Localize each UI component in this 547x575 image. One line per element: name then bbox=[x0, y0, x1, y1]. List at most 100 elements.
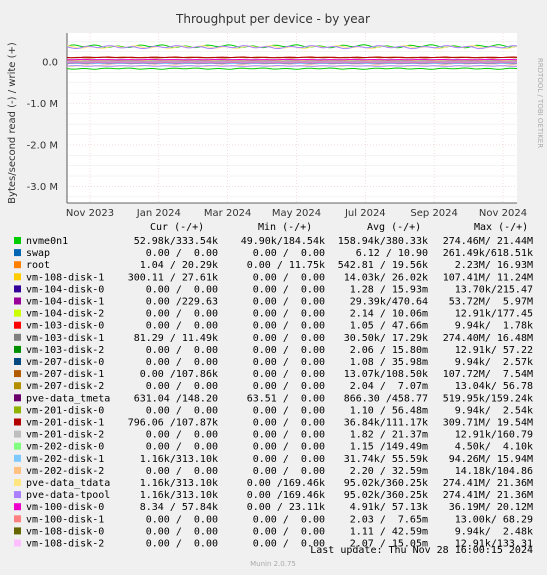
legend-row: vm-100-disk-0 8.34 / 57.84k 0.00 / 23.11k 4… bbox=[14, 502, 533, 513]
legend-row: vm-207-disk-0 0.00 / 0.00 0.00 / 0.00 1.08 … bbox=[14, 357, 533, 368]
legend-header-min: Min (-/+) bbox=[258, 222, 312, 233]
legend-row: vm-207-disk-2 0.00 / 0.00 0.00 / 0.00 2.04 … bbox=[14, 381, 533, 392]
legend-min: 0.00 / 0.00 bbox=[253, 526, 325, 537]
legend-name: vm-108-disk-1 bbox=[26, 272, 104, 283]
legend-avg: 542.81 / 19.56k bbox=[338, 260, 428, 271]
y-ticks: 0.0 -1.0 M -2.0 M -3.0 M bbox=[27, 58, 58, 193]
legend-swatch bbox=[14, 527, 21, 535]
legend-swatch bbox=[14, 418, 21, 426]
legend-max: 519.95k/159.24k bbox=[443, 393, 533, 404]
legend-min: 0.00 / 0.00 bbox=[253, 454, 325, 465]
legend-max: 53.72M/ 5.97M bbox=[449, 297, 533, 308]
y-axis-label: Bytes/second read (-) / write (+) bbox=[7, 42, 18, 204]
legend-cur: 0.00 / 0.00 bbox=[146, 345, 218, 356]
legend-min: 0.00 / 0.00 bbox=[253, 357, 325, 368]
legend-cur: 0.00 / 0.00 bbox=[146, 466, 218, 477]
legend-min: 0.00 /169.46k bbox=[247, 490, 325, 501]
legend-max: 261.49k/618.51k bbox=[443, 248, 533, 259]
legend-min: 0.00 / 0.00 bbox=[253, 333, 325, 344]
legend-min: 0.00 / 0.00 bbox=[253, 514, 325, 525]
legend-avg: 4.91k/ 57.13k bbox=[350, 502, 428, 513]
legend-cur: 0.00 / 0.00 bbox=[146, 309, 218, 320]
legend-min: 0.00 / 0.00 bbox=[253, 430, 325, 441]
legend-min: 0.00 / 0.00 bbox=[253, 466, 325, 477]
legend-avg: 2.14 / 10.06m bbox=[350, 309, 428, 320]
legend-row: swap 0.00 / 0.00 0.00 / 0.00 6.12 / 10.90 26… bbox=[14, 248, 533, 259]
legend-max: 274.41M/ 21.36M bbox=[443, 478, 533, 489]
legend-swatch bbox=[14, 249, 21, 257]
legend-swatch bbox=[14, 285, 21, 293]
legend-cur: 81.29 / 11.49k bbox=[134, 333, 218, 344]
legend-avg: 1.10 / 56.48m bbox=[350, 405, 428, 416]
legend-cur: 0.00 / 0.00 bbox=[146, 381, 218, 392]
legend-swatch bbox=[14, 515, 21, 523]
legend-avg: 14.03k/ 26.02k bbox=[344, 272, 428, 283]
series-line-write bbox=[67, 58, 518, 61]
legend-max: 274.40M/ 16.48M bbox=[443, 333, 533, 344]
legend-swatch bbox=[14, 237, 21, 244]
legend-row: pve-data_tmeta 631.04 /148.20 63.51 / 0.00… bbox=[14, 393, 533, 404]
legend-swatch bbox=[14, 430, 21, 438]
legend-min: 63.51 / 0.00 bbox=[247, 393, 325, 404]
legend-name: vm-103-disk-1 bbox=[26, 333, 104, 344]
legend-row: pve-data_tdata 1.16k/313.10k 0.00 /169.46k… bbox=[14, 478, 533, 489]
legend-name: swap bbox=[26, 248, 50, 259]
legend-avg: 95.02k/360.25k bbox=[344, 490, 428, 501]
legend-max: 107.72M/ 7.54M bbox=[443, 369, 533, 380]
legend-cur: 300.11 / 27.61k bbox=[128, 272, 218, 283]
legend-min: 0.00 / 0.00 bbox=[253, 248, 325, 259]
legend-avg: 2.04 / 7.07m bbox=[350, 381, 428, 392]
legend-swatch bbox=[14, 309, 21, 317]
legend-row: vm-103-disk-1 81.29 / 11.49k 0.00 / 0.00 30… bbox=[14, 333, 533, 344]
legend-max: 309.71M/ 19.54M bbox=[443, 418, 533, 429]
legend-row: vm-100-disk-1 0.00 / 0.00 0.00 / 0.00 2.03 … bbox=[14, 514, 533, 525]
legend-row: vm-202-disk-1 1.16k/313.10k 0.00 / 0.00 31.… bbox=[14, 454, 533, 465]
legend-max: 9.94k/ 2.57k bbox=[455, 357, 533, 368]
x-tick-label: Mar 2024 bbox=[204, 208, 252, 219]
legend-name: vm-103-disk-0 bbox=[26, 321, 104, 332]
legend-row: vm-103-disk-0 0.00 / 0.00 0.00 / 0.00 1.05 … bbox=[14, 321, 533, 332]
legend-name: vm-104-disk-0 bbox=[26, 284, 104, 295]
legend-swatch bbox=[14, 345, 21, 353]
legend-cur: 0.00 / 0.00 bbox=[146, 526, 218, 537]
legend-cur: 1.16k/313.10k bbox=[140, 490, 218, 501]
legend-avg: 1.15 /149.49m bbox=[350, 442, 428, 453]
legend-min: 0.00 / 0.00 bbox=[253, 297, 325, 308]
legend-header-max: Max (-/+) bbox=[474, 222, 528, 233]
chart-title: Throughput per device - by year bbox=[175, 12, 370, 26]
y-tick-label: 0.0 bbox=[42, 58, 58, 69]
legend-max: 274.46M/ 21.44M bbox=[443, 236, 533, 247]
legend-cur: 0.00 / 0.00 bbox=[146, 357, 218, 368]
legend-avg: 2.06 / 15.80m bbox=[350, 345, 428, 356]
legend-max: 13.70k/215.47 bbox=[455, 284, 533, 295]
last-update: Last update: Thu Nov 28 16:00:15 2024 bbox=[310, 545, 533, 556]
legend-header: Cur (-/+) Min (-/+) Avg (-/+) Max (-/+) bbox=[150, 222, 528, 233]
legend-max: 107.41M/ 11.24M bbox=[443, 272, 533, 283]
legend-name: vm-100-disk-1 bbox=[26, 514, 104, 525]
legend-name: vm-201-disk-0 bbox=[26, 405, 104, 416]
legend-cur: 0.00 /107.86k bbox=[140, 369, 218, 380]
legend-swatch bbox=[14, 406, 21, 414]
legend-cur: 0.00 / 0.00 bbox=[146, 321, 218, 332]
legend-swatch bbox=[14, 358, 21, 365]
legend-cur: 1.16k/313.10k bbox=[140, 454, 218, 465]
y-tick-label: -2.0 M bbox=[27, 140, 58, 151]
legend-swatch bbox=[14, 466, 21, 474]
legend-avg: 1.08 / 35.98m bbox=[350, 357, 428, 368]
legend-row: vm-202-disk-2 0.00 / 0.00 0.00 / 0.00 2.20 … bbox=[14, 466, 533, 477]
legend-name: pve-data_tdata bbox=[26, 478, 110, 489]
legend-max: 9.94k/ 2.48k bbox=[455, 526, 533, 537]
legend-max: 9.94k/ 1.78k bbox=[455, 321, 533, 332]
legend-swatch bbox=[14, 382, 21, 390]
legend-row: vm-202-disk-0 0.00 / 0.00 0.00 / 0.00 1.15 … bbox=[14, 442, 533, 453]
legend-min: 0.00 / 0.00 bbox=[253, 309, 325, 320]
legend-name: vm-202-disk-1 bbox=[26, 454, 104, 465]
legend-row: vm-108-disk-0 0.00 / 0.00 0.00 / 0.00 1.11 … bbox=[14, 526, 533, 537]
legend-max: 14.18k/104.86 bbox=[455, 466, 533, 477]
legend-swatch bbox=[14, 394, 21, 402]
legend-swatch bbox=[14, 442, 21, 450]
x-tick-label: Sep 2024 bbox=[410, 208, 457, 219]
legend-name: vm-201-disk-2 bbox=[26, 430, 104, 441]
legend-row: vm-207-disk-1 0.00 /107.86k 0.00 / 0.00 13.… bbox=[14, 369, 533, 380]
legend-cur: 52.98k/333.54k bbox=[134, 236, 218, 247]
